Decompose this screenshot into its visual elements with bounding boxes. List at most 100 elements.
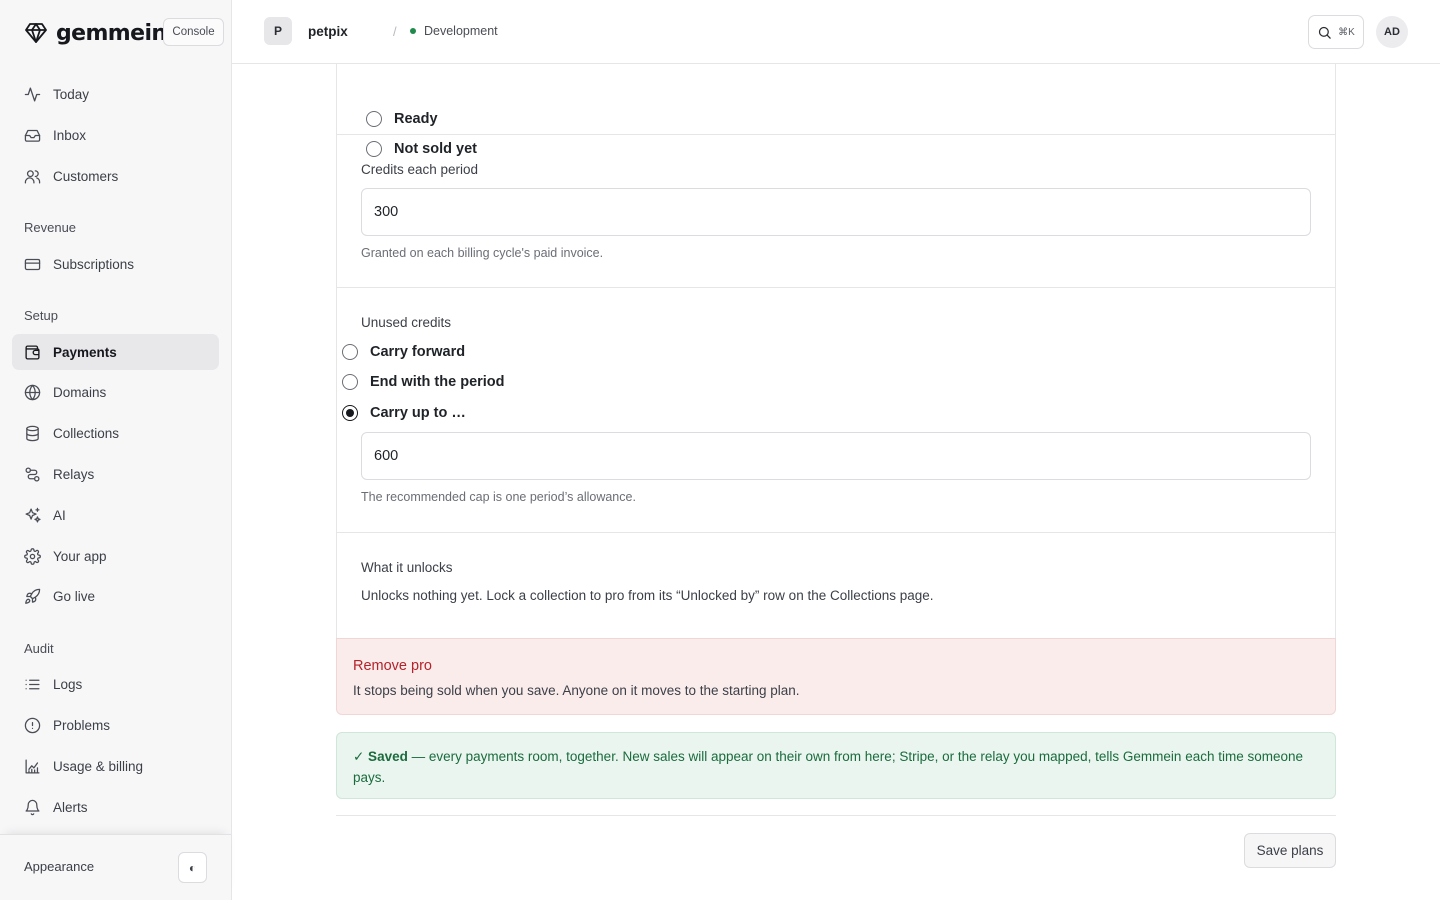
radio-button[interactable] xyxy=(366,111,382,127)
saved-banner-text: — every payments room, together. New sal… xyxy=(353,749,1304,785)
sidebar-item-label: Logs xyxy=(53,676,83,692)
main-content: Ready Not sold yet Credits each period G… xyxy=(232,64,1440,900)
sidebar-item-problems[interactable]: Problems xyxy=(12,707,219,743)
sidebar-item-label: Problems xyxy=(53,717,111,733)
project-name[interactable]: petpix xyxy=(308,24,348,39)
wallet-icon xyxy=(25,344,40,360)
sidebar-item-relays[interactable]: Relays xyxy=(12,456,219,492)
sidebar-item-label: Go live xyxy=(53,588,96,604)
list-icon xyxy=(25,679,40,689)
section-audit: Audit xyxy=(24,641,54,656)
radio-label: Ready xyxy=(394,111,438,127)
console-badge[interactable]: Console xyxy=(163,18,224,46)
sidebar-item-today[interactable]: Today xyxy=(12,76,219,112)
radio-label: Carry up to … xyxy=(370,405,466,421)
project-avatar[interactable]: P xyxy=(264,17,292,45)
credit-card-icon xyxy=(24,258,41,270)
radio-ready[interactable]: Ready xyxy=(366,111,438,127)
radio-button[interactable] xyxy=(342,344,358,360)
radio-label: End with the period xyxy=(370,374,505,390)
sidebar-item-label: Today xyxy=(53,86,90,102)
breadcrumb-separator: / xyxy=(393,24,397,39)
sidebar-item-collections[interactable]: Collections xyxy=(12,415,219,451)
sidebar-item-subscriptions[interactable]: Subscriptions xyxy=(12,246,219,282)
sidebar-item-label: AI xyxy=(53,507,66,523)
top-header: P petpix / Development ⌘K AD xyxy=(232,0,1440,64)
sidebar-item-label: Alerts xyxy=(53,799,88,815)
section-revenue: Revenue xyxy=(24,220,77,235)
sidebar-item-alerts[interactable]: Alerts xyxy=(12,789,219,825)
search-button[interactable]: ⌘K xyxy=(1308,15,1364,49)
remove-plan-description: It stops being sold when you save. Anyon… xyxy=(353,683,800,698)
remove-plan-title[interactable]: Remove pro xyxy=(353,658,432,674)
radio-button[interactable] xyxy=(342,374,358,390)
sidebar-item-payments[interactable]: Payments xyxy=(12,334,219,370)
credits-hint: Granted on each billing cycle's paid inv… xyxy=(361,246,604,260)
carry-cap-hint: The recommended cap is one period’s allo… xyxy=(361,490,636,504)
remove-plan-zone[interactable]: Remove pro It stops being sold when you … xyxy=(336,638,1336,715)
radio-end-with-period[interactable]: End with the period xyxy=(342,374,505,390)
environment-switcher[interactable]: Development xyxy=(410,24,498,38)
radio-button-selected[interactable] xyxy=(342,405,358,421)
save-plans-button[interactable]: Save plans xyxy=(1244,833,1336,868)
sidebar-item-label: Domains xyxy=(53,384,107,400)
sidebar-item-domains[interactable]: Domains xyxy=(12,374,219,410)
saved-banner-strong: ✓ Saved xyxy=(353,749,408,764)
alert-circle-icon xyxy=(24,717,41,733)
credits-section: Credits each period Granted on each bill… xyxy=(337,134,1335,287)
sidebar-item-label: Relays xyxy=(53,466,95,482)
gem-logo-icon xyxy=(24,21,48,45)
users-icon xyxy=(24,169,41,184)
user-avatar[interactable]: AD xyxy=(1376,16,1408,48)
radio-carry-up-to[interactable]: Carry up to … xyxy=(342,405,466,421)
sidebar-item-usage-billing[interactable]: Usage & billing xyxy=(12,748,219,784)
unlocks-label: What it unlocks xyxy=(361,560,453,575)
radio-carry-forward[interactable]: Carry forward xyxy=(342,344,465,360)
sidebar-item-label: Your app xyxy=(53,548,107,564)
appearance-label: Appearance xyxy=(24,859,95,874)
rocket-icon xyxy=(25,588,41,604)
inbox-icon xyxy=(24,129,41,142)
bell-icon xyxy=(25,799,40,815)
sidebar-item-label: Usage & billing xyxy=(53,758,144,774)
sidebar-item-label: Inbox xyxy=(53,127,87,143)
route-icon xyxy=(25,466,40,482)
footer-divider xyxy=(336,815,1336,816)
search-shortcut: ⌘K xyxy=(1338,26,1355,38)
credits-input[interactable] xyxy=(361,188,1311,236)
sidebar-footer: Appearance ◐ xyxy=(0,834,231,900)
activity-icon xyxy=(24,86,41,102)
credits-label: Credits each period xyxy=(361,162,479,177)
unlocks-section: What it unlocks Unlocks nothing yet. Loc… xyxy=(337,532,1335,638)
environment-status-dot xyxy=(410,28,416,34)
sidebar: gemmein Console Today Inbox Customers Re… xyxy=(0,0,232,900)
sidebar-item-inbox[interactable]: Inbox xyxy=(12,117,219,153)
chart-icon xyxy=(25,758,40,774)
globe-icon xyxy=(24,384,41,400)
gear-icon xyxy=(24,547,41,565)
search-icon xyxy=(1319,26,1331,39)
sidebar-item-logs[interactable]: Logs xyxy=(12,666,219,702)
unused-credits-label: Unused credits xyxy=(361,315,452,330)
sidebar-item-label: Customers xyxy=(53,168,119,184)
unlocks-description: Unlocks nothing yet. Lock a collection t… xyxy=(361,588,934,603)
sparkles-icon xyxy=(25,507,41,523)
radio-label: Carry forward xyxy=(370,344,466,360)
sidebar-item-your-app[interactable]: Your app xyxy=(12,538,219,574)
sidebar-item-ai[interactable]: AI xyxy=(12,497,219,533)
environment-label: Development xyxy=(424,24,498,38)
sidebar-item-customers[interactable]: Customers xyxy=(12,158,219,194)
plan-card: Ready Not sold yet Credits each period G… xyxy=(336,64,1336,714)
carry-cap-input[interactable] xyxy=(361,432,1311,480)
sidebar-item-label: Subscriptions xyxy=(53,256,135,272)
database-icon xyxy=(26,425,39,441)
sidebar-item-label: Collections xyxy=(53,425,120,441)
sidebar-item-label: Payments xyxy=(53,344,117,360)
brand-name: gemmein xyxy=(56,20,167,46)
saved-banner: ✓ Saved — every payments room, together.… xyxy=(336,732,1336,799)
unused-credits-section: Unused credits Carry forward End with th… xyxy=(337,287,1335,532)
section-setup: Setup xyxy=(24,308,58,323)
theme-toggle-button[interactable]: ◐ xyxy=(178,852,207,883)
brand[interactable]: gemmein xyxy=(24,18,167,48)
sidebar-item-go-live[interactable]: Go live xyxy=(12,578,219,614)
